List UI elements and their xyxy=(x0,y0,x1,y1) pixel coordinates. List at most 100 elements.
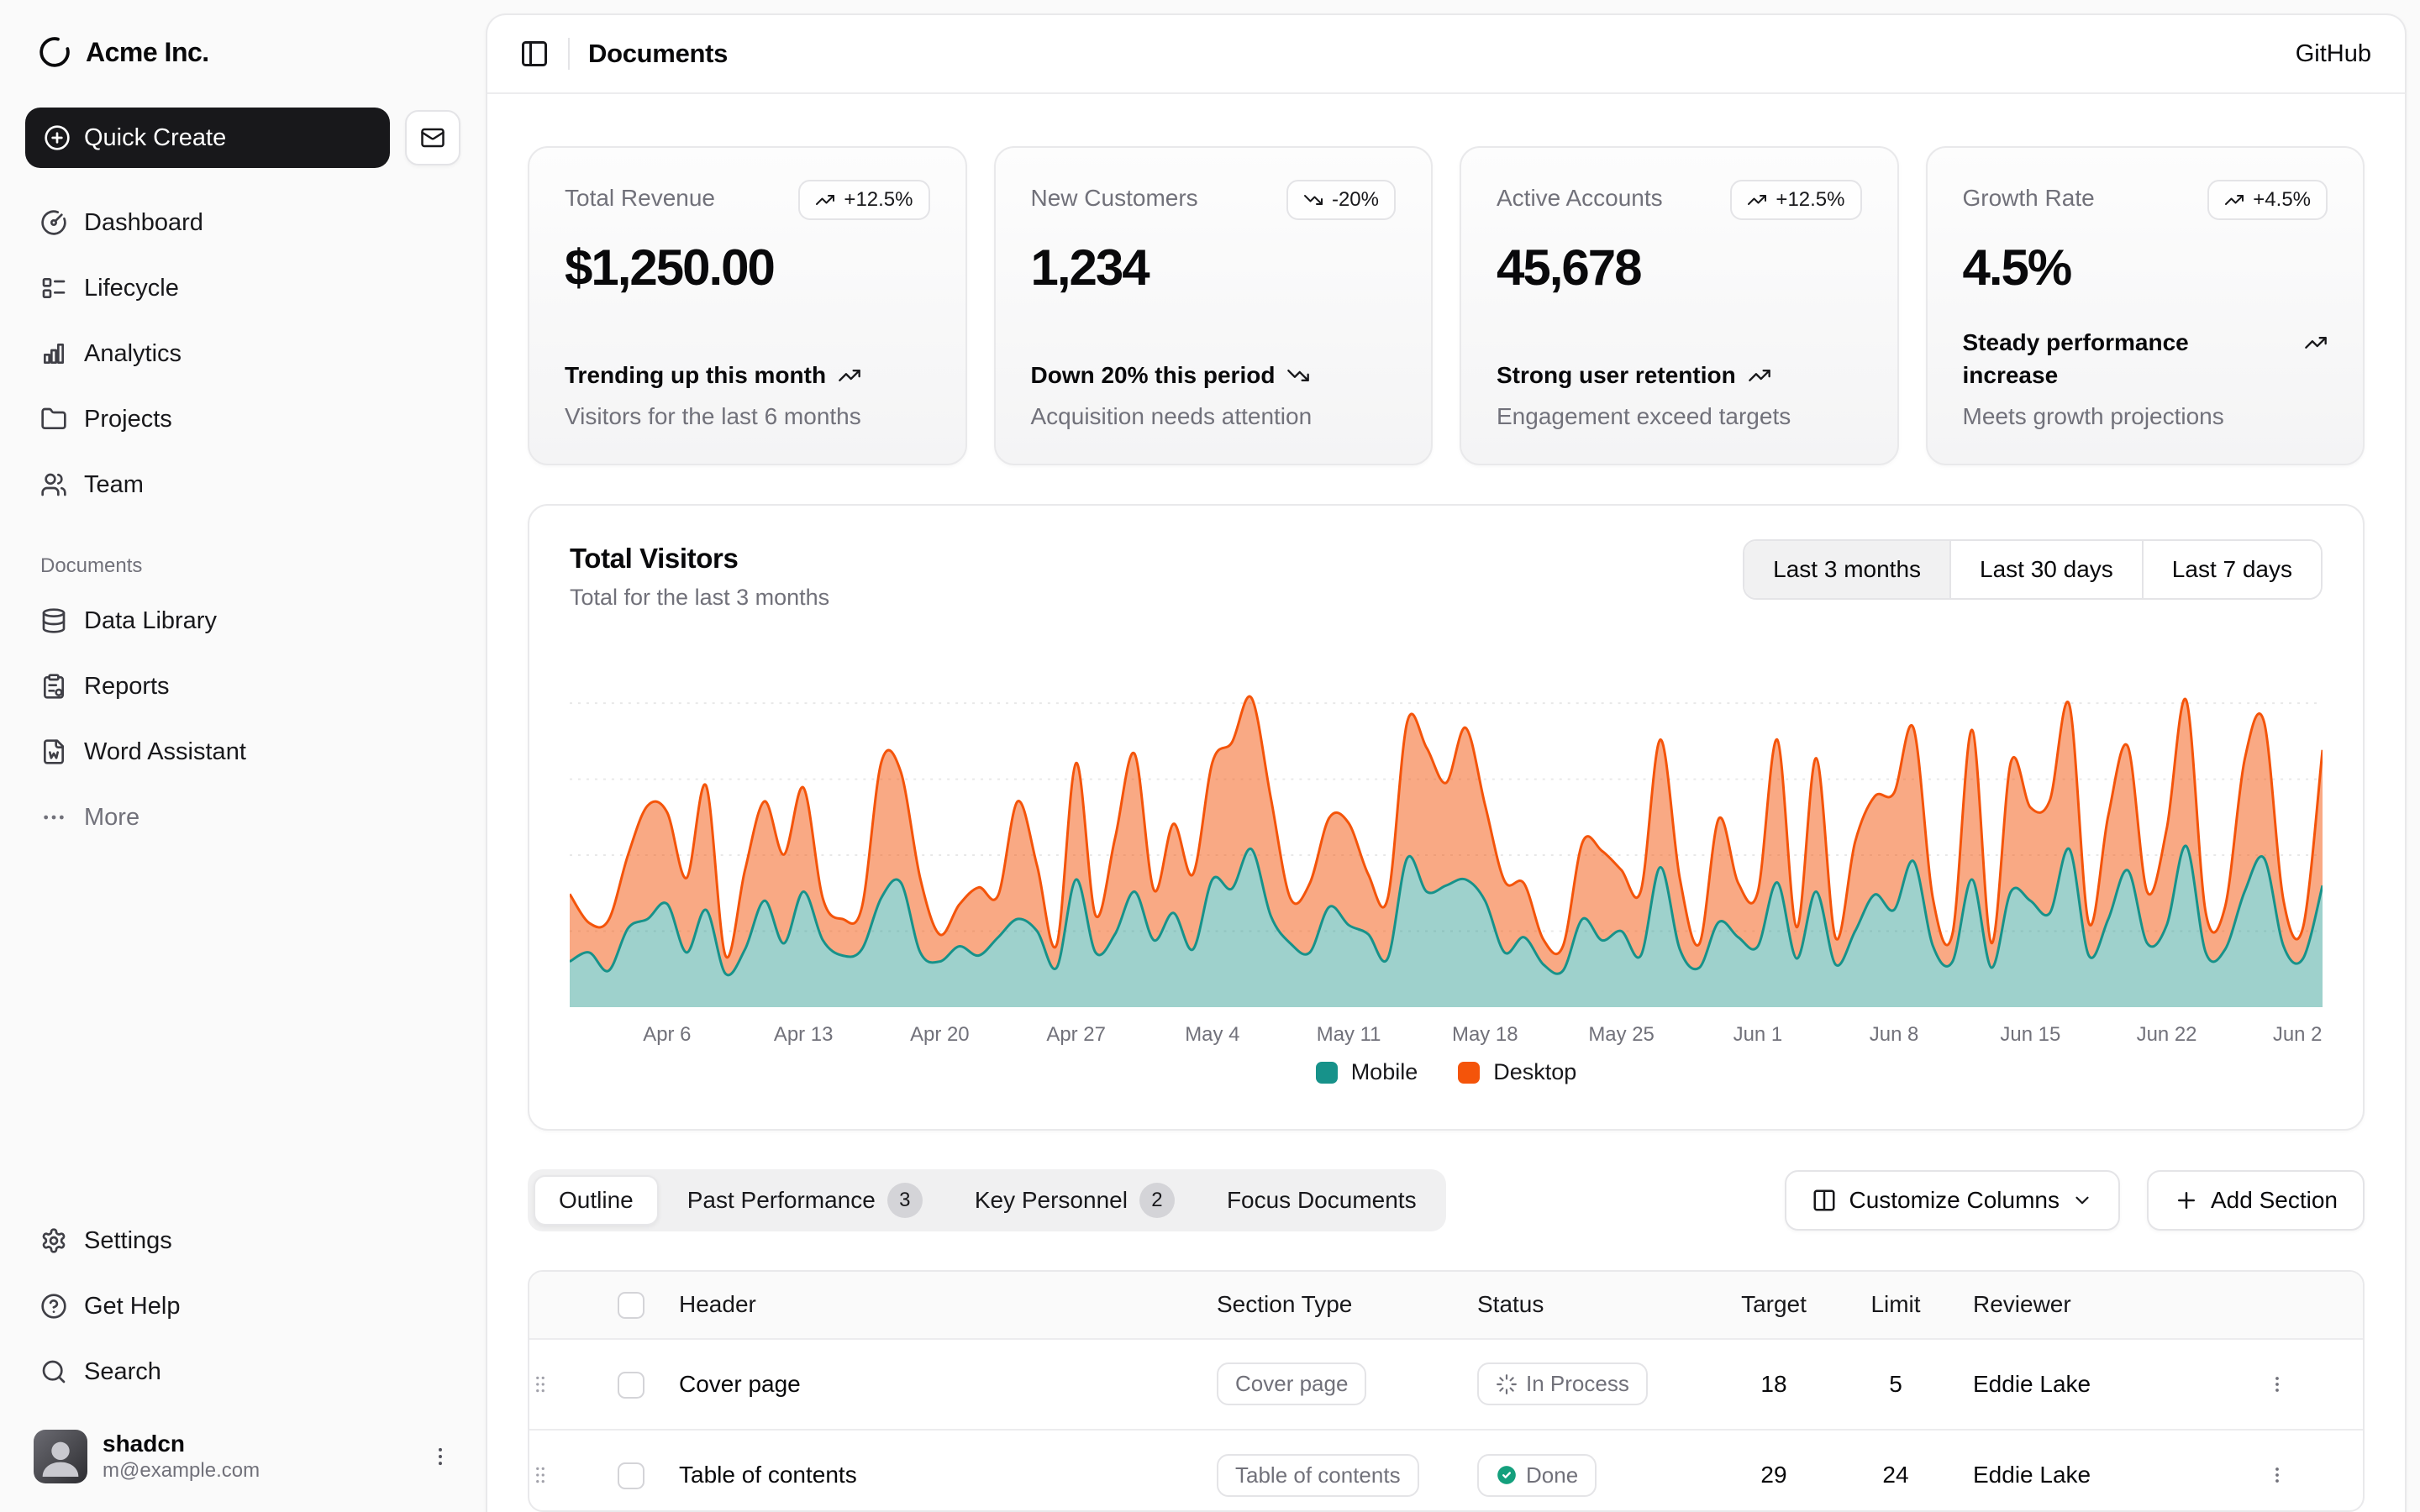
sidebar-item-team[interactable]: Team xyxy=(25,455,460,514)
col-header: Header xyxy=(660,1272,1198,1339)
trending-up-icon xyxy=(838,364,861,387)
sidebar: Acme Inc. Quick Create Dashboard Lifecyc… xyxy=(0,0,486,1512)
cell-reviewer[interactable]: Eddie Lake xyxy=(1954,1339,2265,1430)
github-link[interactable]: GitHub xyxy=(2296,40,2371,68)
sidebar-item-dashboard[interactable]: Dashboard xyxy=(25,193,460,252)
cell-reviewer[interactable]: Eddie Lake xyxy=(1954,1430,2265,1512)
mail-button[interactable] xyxy=(405,110,460,165)
table-row[interactable]: Table of contents Table of contents Done… xyxy=(529,1430,2365,1512)
table-toolbar: Outline Past Performance 3 Key Personnel… xyxy=(528,1169,2365,1231)
card-foot-title: Strong user retention xyxy=(1497,359,1862,391)
logo-icon xyxy=(39,36,71,68)
avatar xyxy=(34,1430,87,1483)
range-toggle-group: Last 3 months Last 30 days Last 7 days xyxy=(1743,539,2323,600)
trending-up-icon xyxy=(1748,364,1771,387)
card-value: 45,678 xyxy=(1497,239,1862,297)
range-last-30-days[interactable]: Last 30 days xyxy=(1949,541,2142,598)
sidebar-item-projects[interactable]: Projects xyxy=(25,390,460,449)
brand[interactable]: Acme Inc. xyxy=(25,25,460,79)
card-new-customers: New Customers -20% 1,234 Down 20% this p… xyxy=(994,146,1434,465)
quick-create-button[interactable]: Quick Create xyxy=(25,108,390,168)
add-section-button[interactable]: Add Section xyxy=(2147,1170,2365,1231)
sidebar-item-word-assistant[interactable]: Word Assistant xyxy=(25,722,460,781)
sidebar-item-analytics[interactable]: Analytics xyxy=(25,324,460,383)
mail-icon xyxy=(420,125,445,150)
drag-handle-icon[interactable] xyxy=(529,1373,602,1395)
drag-handle-icon[interactable] xyxy=(529,1464,602,1486)
tab-focus-documents[interactable]: Focus Documents xyxy=(1203,1175,1440,1226)
row-checkbox[interactable] xyxy=(618,1372,644,1399)
card-label: New Customers xyxy=(1031,180,1198,212)
desktop-swatch-icon xyxy=(1458,1062,1480,1084)
legend-mobile: Mobile xyxy=(1316,1059,1418,1085)
sidebar-item-more[interactable]: More xyxy=(25,788,460,847)
tab-outline[interactable]: Outline xyxy=(534,1175,659,1226)
table-row[interactable]: Cover page Cover page In Process 18 5 Ed… xyxy=(529,1339,2365,1430)
x-tick-label: Apr 27 xyxy=(1046,1023,1106,1046)
legend-desktop: Desktop xyxy=(1458,1059,1576,1085)
sidebar-item-data-library[interactable]: Data Library xyxy=(25,591,460,650)
select-all-checkbox[interactable] xyxy=(618,1292,644,1319)
sidebar-toggle-icon[interactable] xyxy=(519,39,550,69)
card-foot-desc: Meets growth projections xyxy=(1963,403,2328,430)
trend-badge: -20% xyxy=(1286,180,1396,220)
cell-header[interactable]: Cover page xyxy=(660,1339,1198,1430)
card-label: Total Revenue xyxy=(565,180,715,212)
cell-header[interactable]: Table of contents xyxy=(660,1430,1198,1512)
card-total-revenue: Total Revenue +12.5% $1,250.00 Trending … xyxy=(528,146,967,465)
tab-key-personnel[interactable]: Key Personnel 2 xyxy=(951,1175,1198,1226)
main-panel: Documents GitHub Total Revenue +12.5% $1… xyxy=(486,13,2407,1512)
x-tick-label: May 4 xyxy=(1185,1023,1239,1046)
user-name: shadcn xyxy=(103,1431,413,1457)
row-checkbox[interactable] xyxy=(618,1462,644,1489)
sidebar-item-lifecycle[interactable]: Lifecycle xyxy=(25,259,460,318)
area-chart: Apr 6Apr 13Apr 20Apr 27May 4May 11May 18… xyxy=(570,680,2323,1049)
ellipsis-icon xyxy=(40,804,67,831)
sidebar-item-settings[interactable]: Settings xyxy=(25,1211,460,1270)
help-circle-icon xyxy=(40,1293,67,1320)
trending-down-icon xyxy=(1303,190,1323,210)
x-tick-label: Jun 1 xyxy=(1733,1023,1783,1046)
sidebar-item-search[interactable]: Search xyxy=(25,1342,460,1401)
status-badge: Done xyxy=(1477,1454,1597,1497)
cell-limit[interactable]: 5 xyxy=(1837,1339,1954,1430)
trend-badge: +12.5% xyxy=(798,180,929,220)
row-menu-icon[interactable] xyxy=(2265,1373,2365,1396)
page-title: Documents xyxy=(588,39,728,69)
chart-legend: Mobile Desktop xyxy=(570,1059,2323,1085)
x-tick-label: Apr 6 xyxy=(643,1023,691,1046)
sidebar-item-get-help[interactable]: Get Help xyxy=(25,1277,460,1336)
card-foot-title: Trending up this month xyxy=(565,359,930,391)
col-target: Target xyxy=(1711,1272,1837,1339)
card-value: $1,250.00 xyxy=(565,239,930,297)
sidebar-item-reports[interactable]: Reports xyxy=(25,657,460,716)
cell-limit[interactable]: 24 xyxy=(1837,1430,1954,1512)
cell-target[interactable]: 18 xyxy=(1711,1339,1837,1430)
user-menu[interactable]: shadcn m@example.com xyxy=(25,1423,460,1490)
card-foot-title: Down 20% this period xyxy=(1031,359,1397,391)
cell-target[interactable]: 29 xyxy=(1711,1430,1837,1512)
nav-main: Dashboard Lifecycle Analytics Projects T… xyxy=(25,193,460,514)
folder-icon xyxy=(40,406,67,433)
gear-icon xyxy=(40,1227,67,1254)
user-email: m@example.com xyxy=(103,1459,413,1483)
sidebar-section-documents: Documents xyxy=(25,554,460,578)
count-badge: 3 xyxy=(887,1183,923,1218)
tab-past-performance[interactable]: Past Performance 3 xyxy=(664,1175,946,1226)
range-last-7-days[interactable]: Last 7 days xyxy=(2142,541,2321,598)
trending-up-icon xyxy=(2304,331,2328,354)
section-type-badge: Cover page xyxy=(1217,1362,1366,1405)
card-value: 4.5% xyxy=(1963,239,2328,297)
stat-cards: Total Revenue +12.5% $1,250.00 Trending … xyxy=(528,146,2365,465)
columns-icon xyxy=(1812,1188,1837,1213)
customize-columns-button[interactable]: Customize Columns xyxy=(1785,1170,2120,1231)
mobile-swatch-icon xyxy=(1316,1062,1338,1084)
card-active-accounts: Active Accounts +12.5% 45,678 Strong use… xyxy=(1460,146,1899,465)
gauge-icon xyxy=(40,209,67,236)
range-last-3-months[interactable]: Last 3 months xyxy=(1744,541,1949,598)
dots-vertical-icon[interactable] xyxy=(429,1445,452,1468)
row-menu-icon[interactable] xyxy=(2265,1463,2365,1487)
x-tick-label: Jun 22 xyxy=(2137,1023,2197,1046)
col-status: Status xyxy=(1459,1272,1711,1339)
circle-plus-icon xyxy=(44,124,71,151)
